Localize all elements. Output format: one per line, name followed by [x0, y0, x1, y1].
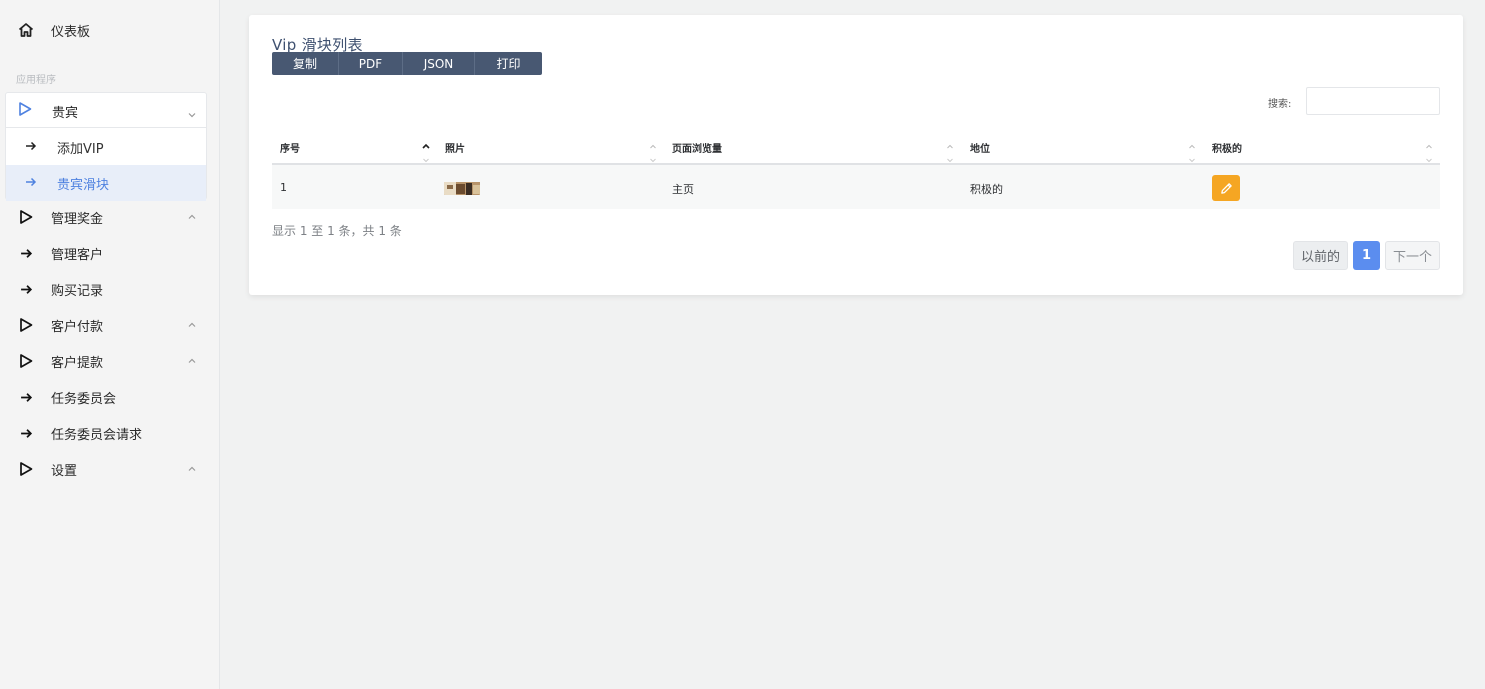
arrow-right-icon	[17, 244, 35, 262]
sidebar-item-manage-bonus[interactable]: 管理奖金	[0, 199, 220, 235]
sidebar-item-settings[interactable]: 设置	[0, 451, 220, 487]
sort-asc-icon[interactable]	[421, 139, 431, 165]
print-button[interactable]: 打印	[475, 52, 542, 75]
sidebar-item-task-committee-requests[interactable]: 任务委员会请求	[0, 415, 220, 451]
sort-icon[interactable]	[1424, 139, 1434, 165]
sidebar-item-label: 贵宾	[52, 106, 79, 121]
sidebar-item-manage-customers[interactable]: 管理客户	[0, 235, 220, 271]
play-icon	[17, 208, 35, 226]
play-icon	[17, 101, 33, 121]
sidebar: 仪表板 应用程序 贵宾 添加VIP 贵宾滑块 管理奖金 管理客户 购买记录 客户…	[0, 0, 220, 689]
sidebar-item-customer-payments[interactable]: 客户付款	[0, 307, 220, 343]
sidebar-item-purchase-records[interactable]: 购买记录	[0, 271, 220, 307]
arrow-right-icon	[25, 176, 37, 192]
arrow-right-icon	[25, 140, 37, 156]
sidebar-item-label: 管理客户	[51, 247, 104, 263]
sidebar-item-label: 仪表板	[51, 24, 91, 40]
sidebar-subitem-add-vip[interactable]: 添加VIP	[6, 129, 206, 165]
sort-icon[interactable]	[945, 139, 955, 165]
chevron-down-icon	[187, 105, 197, 124]
sidebar-subitem-vip-slider[interactable]: 贵宾滑块	[6, 165, 206, 201]
slider-thumbnail[interactable]	[444, 181, 480, 195]
column-header-page-views[interactable]: 页面浏览量	[672, 140, 722, 155]
edit-button[interactable]	[1212, 175, 1240, 201]
copy-button[interactable]: 复制	[272, 52, 339, 75]
arrow-right-icon	[17, 280, 35, 298]
cell-status: 积极的	[970, 183, 1003, 196]
play-icon	[17, 316, 35, 334]
sidebar-item-label: 设置	[51, 463, 78, 479]
search-input[interactable]	[1306, 87, 1440, 115]
sidebar-group-vip: 贵宾 添加VIP 贵宾滑块	[5, 92, 207, 201]
sort-icon[interactable]	[648, 139, 658, 165]
pagination-next[interactable]: 下一个	[1385, 241, 1440, 270]
chevron-up-icon	[186, 319, 198, 331]
sidebar-item-dashboard[interactable]: 仪表板	[0, 12, 220, 48]
export-button-group: 复制 PDF JSON 打印	[272, 52, 542, 75]
sidebar-item-customer-withdrawals[interactable]: 客户提款	[0, 343, 220, 379]
play-icon	[17, 352, 35, 370]
sidebar-item-label: 任务委员会	[51, 391, 117, 407]
sidebar-item-vip[interactable]: 贵宾	[6, 93, 206, 128]
sidebar-item-label: 管理奖金	[51, 211, 104, 227]
column-header-photo[interactable]: 照片	[445, 140, 465, 155]
table-info: 显示 1 至 1 条，共 1 条	[272, 224, 402, 238]
pagination-page-1[interactable]: 1	[1353, 241, 1380, 270]
column-header-active[interactable]: 积极的	[1212, 140, 1242, 155]
chevron-up-icon	[186, 211, 198, 223]
home-icon	[17, 21, 35, 39]
arrow-right-icon	[17, 388, 35, 406]
sidebar-item-label: 客户付款	[51, 319, 104, 335]
column-header-index[interactable]: 序号	[280, 140, 300, 155]
cell-page: 主页	[672, 183, 694, 196]
sidebar-item-label: 任务委员会请求	[51, 427, 143, 443]
play-icon	[17, 460, 35, 478]
json-button[interactable]: JSON	[403, 52, 475, 75]
sidebar-item-label: 购买记录	[51, 283, 104, 299]
sidebar-item-label: 客户提款	[51, 355, 104, 371]
chevron-up-icon	[186, 463, 198, 475]
sort-icon[interactable]	[1187, 139, 1197, 165]
search-label: 搜索:	[1268, 99, 1292, 110]
vip-slider-card: Vip 滑块列表 复制 PDF JSON 打印 搜索: 序号 照片 页面浏览量 …	[249, 15, 1463, 295]
pagination-previous[interactable]: 以前的	[1293, 241, 1348, 270]
section-label: 应用程序	[16, 75, 56, 86]
pdf-button[interactable]: PDF	[339, 52, 403, 75]
cell-index: 1	[280, 181, 287, 194]
chevron-up-icon	[186, 355, 198, 367]
sidebar-item-task-committee[interactable]: 任务委员会	[0, 379, 220, 415]
arrow-right-icon	[17, 424, 35, 442]
column-header-status[interactable]: 地位	[970, 140, 990, 155]
pencil-icon	[1220, 182, 1232, 194]
sidebar-subitem-label: 添加VIP	[57, 142, 104, 157]
sidebar-subitem-label: 贵宾滑块	[57, 178, 110, 193]
